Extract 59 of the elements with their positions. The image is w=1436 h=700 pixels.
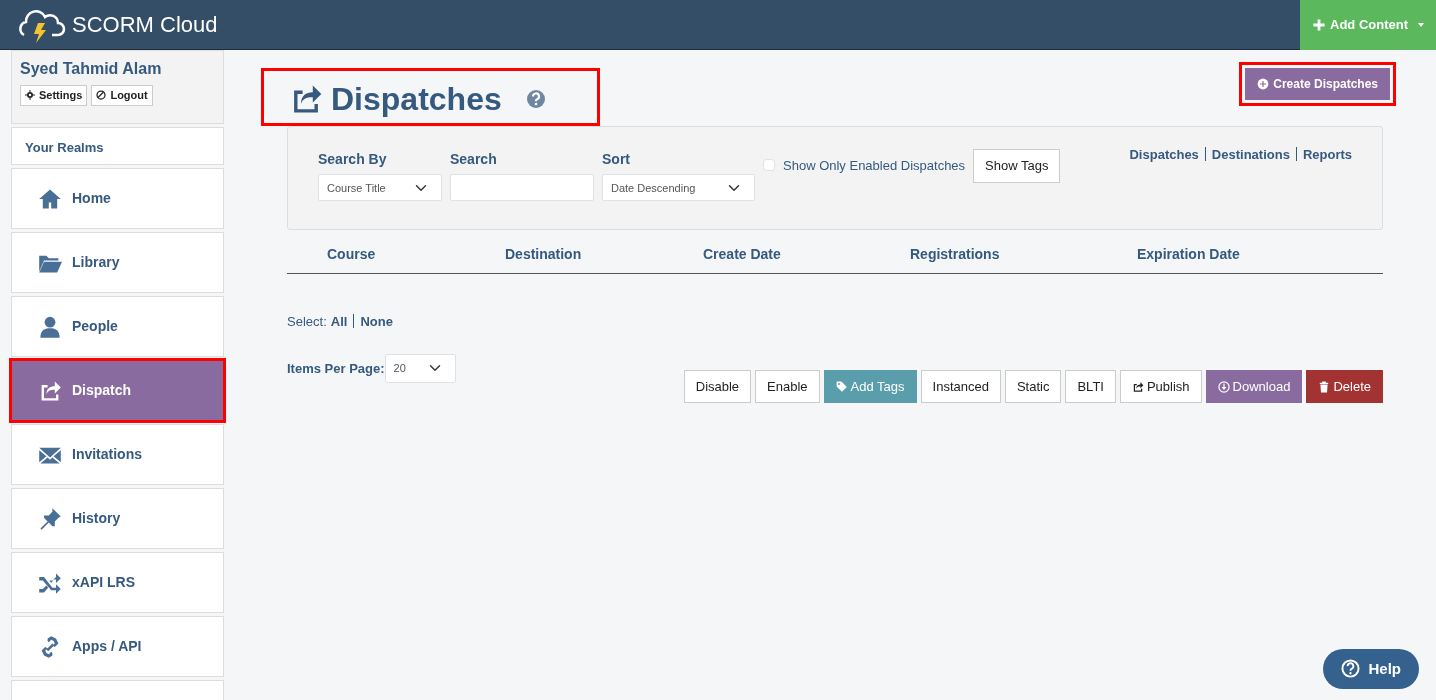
select-label: Select: — [287, 313, 327, 332]
action-button[interactable]: Enable — [755, 369, 820, 404]
sidebar-item[interactable]: Home — [11, 168, 224, 229]
sidebar-item[interactable]: Apps / API — [11, 616, 224, 677]
help-icon — [1341, 659, 1361, 679]
enabled-checkbox[interactable] — [763, 159, 775, 172]
share-icon — [1131, 380, 1144, 393]
nav-link-text[interactable]: Reports — [1302, 145, 1352, 165]
action-button[interactable]: Delete — [1306, 369, 1383, 404]
page-title: Dispatches — [331, 80, 502, 119]
action-button[interactable]: Disable — [683, 369, 752, 404]
sidebar-item[interactable]: Library — [11, 232, 224, 293]
brand-name: SCORM Cloud — [72, 11, 218, 39]
column-header: Destination — [505, 245, 583, 265]
nav-link-text[interactable]: Dispatches — [1129, 145, 1199, 165]
user-button[interactable]: Settings — [20, 85, 88, 106]
column-header: Expiration Date — [1137, 245, 1240, 265]
prohibited-icon — [96, 90, 107, 101]
sort-select[interactable]: Date Descending — [602, 174, 755, 202]
action-button[interactable]: Static — [1004, 369, 1062, 404]
sidebar-item[interactable]: History — [11, 488, 224, 549]
column-header: Create Date — [703, 245, 782, 265]
settings-icon — [25, 90, 35, 101]
sidebar-item[interactable]: xAPI LRS — [11, 552, 224, 613]
create-dispatches-button[interactable]: Create Dispatches — [1245, 68, 1390, 100]
help-button[interactable]: Help — [1323, 648, 1419, 689]
show-tags-button[interactable]: Show Tags — [973, 149, 1061, 183]
filter-label: Search By — [318, 150, 388, 170]
plus-icon — [1312, 17, 1326, 32]
search-by-select[interactable]: Course Title — [318, 174, 442, 202]
person-icon — [38, 314, 62, 339]
help-icon — [525, 89, 546, 110]
checkbox-label: Show Only Enabled Dispatches — [783, 157, 966, 176]
sidebar-item[interactable]: People — [11, 296, 224, 357]
filter-label: Search — [450, 150, 498, 170]
select-link[interactable]: All — [330, 312, 348, 332]
action-button[interactable]: Download — [1205, 369, 1303, 404]
column-header: Registrations — [910, 245, 1001, 265]
column-header: Course — [327, 245, 377, 265]
tag-icon — [835, 380, 848, 393]
download-icon — [1217, 380, 1230, 393]
action-button[interactable]: Publish — [1119, 369, 1202, 404]
realms-heading: Your Realms — [11, 127, 224, 165]
select-link[interactable]: None — [360, 312, 393, 332]
items-per-page-label: Items Per Page: — [287, 359, 385, 378]
caret-icon — [1418, 22, 1424, 27]
plus-circle-icon — [1257, 78, 1270, 90]
sidebar-item[interactable]: Invitations — [11, 424, 224, 485]
filter-label: Sort — [602, 150, 631, 170]
sidebar-item[interactable]: Dispatch — [11, 360, 224, 421]
user-name: Syed Tahmid Alam — [20, 59, 163, 79]
items-per-page-select[interactable]: 20 — [384, 353, 456, 383]
pushpin-icon — [38, 506, 62, 531]
user-button[interactable]: Logout — [91, 85, 153, 106]
action-button[interactable]: BLTI — [1065, 369, 1116, 404]
nav-link-text[interactable]: Destinations — [1211, 145, 1290, 165]
trash-icon — [1318, 380, 1331, 393]
action-button[interactable]: Instanced — [920, 369, 1001, 404]
search-field[interactable] — [450, 174, 594, 202]
